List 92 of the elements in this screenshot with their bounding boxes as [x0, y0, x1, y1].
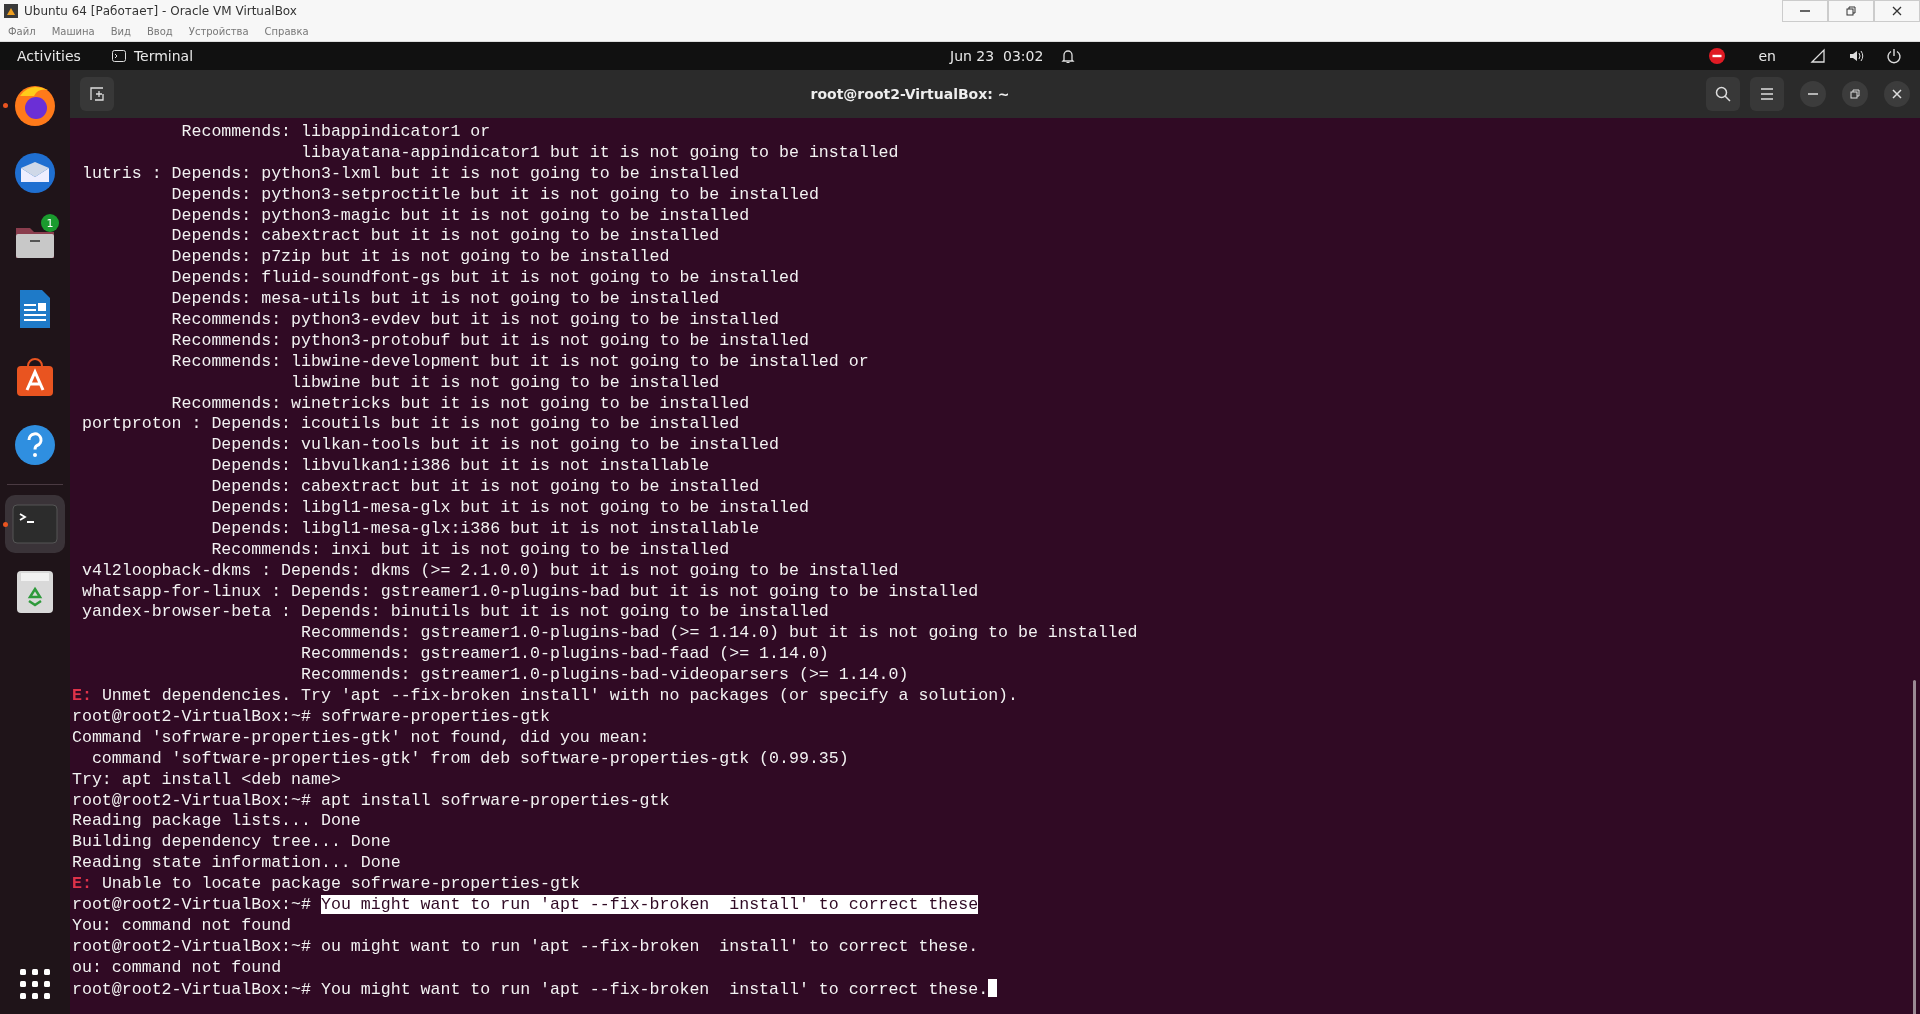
output-line: Command 'sofrware-properties-gtk' not found, did you mean: — [72, 727, 650, 747]
output-line: Depends: cabextract but it is not going to be installed — [170, 226, 720, 246]
minimize-icon — [1800, 10, 1810, 12]
output-line: Recommends: inxi but it is not going to be installed — [210, 539, 730, 559]
output-line: portproton : Depends: icoutils but it is not going to be installed — [80, 414, 740, 434]
menu-item[interactable]: Машина — [51, 26, 95, 37]
output-line: Recommends: gstreamer1.0-plugins-bad (>= 1.14.0) but it is not going to be installed — [300, 623, 1138, 643]
output-line: libwine but it is not going to be installed — [290, 372, 720, 392]
menu-icon — [1760, 88, 1774, 100]
command-text: sofrware-properties-gtk — [320, 706, 550, 726]
do-not-disturb-icon[interactable] — [1708, 48, 1725, 64]
network-icon[interactable] — [1810, 48, 1826, 64]
terminal-icon — [111, 50, 126, 62]
bell-icon[interactable] — [1061, 48, 1076, 64]
output-line: Depends: vulkan-tools but it is not going to be installed — [210, 435, 779, 455]
output-line: Depends: python3-magic but it is not going to be installed — [170, 205, 750, 225]
command-text: ou might want to run 'apt --fix-broken install' to correct these. — [320, 936, 979, 956]
output-line: Recommends: winetricks but it is not going to be installed — [170, 393, 750, 413]
new-tab-icon — [89, 86, 105, 102]
output-line: yandex-browser-beta : Depends: binutils but it is not going to be installed — [80, 602, 829, 622]
power-icon[interactable] — [1886, 48, 1902, 64]
app-menu[interactable]: Terminal — [97, 48, 194, 64]
output-line: Reading state information... Done — [72, 853, 401, 873]
output-line: Depends: p7zip but it is not going to be installed — [170, 247, 670, 267]
output-line: v4l2loopback-dkms : Depends: dkms (>= 2.1.0.0) but it is not going to be installed — [80, 560, 899, 580]
shell-prompt: root@root2-VirtualBox:~# — [72, 979, 311, 999]
host-window-title: Ubuntu 64 [Работает] - Oracle VM VirtualBox — [24, 4, 298, 18]
new-tab-button[interactable] — [80, 77, 114, 111]
output-line: Depends: libgl1-mesa-glx:i386 but it is not installable — [210, 518, 760, 538]
terminal-icon — [12, 504, 58, 544]
output-line: Try: apt install <deb name> — [72, 769, 341, 789]
output-line: command 'software-properties-gtk' from deb software-properties-gtk (0.99.35) — [90, 748, 849, 768]
output-line: Building dependency tree... Done — [72, 832, 391, 852]
terminal-title: root@root2-VirtualBox: ~ — [809, 86, 1011, 102]
app-grid-icon[interactable] — [19, 968, 51, 1000]
output-line: lutris : Depends: python3-lxml but it is not going to be installed — [80, 163, 740, 183]
command-text: You might want to run 'apt --fix-broken install' to correct these — [320, 894, 979, 914]
close-button[interactable] — [1884, 81, 1910, 107]
app-icon — [4, 4, 18, 18]
command-text: apt install sofrware-properties-gtk — [320, 790, 670, 810]
scrollbar[interactable] — [1913, 680, 1916, 1014]
output-line: Reading package lists... Done — [72, 811, 361, 831]
output-line: Depends: fluid-soundfont-gs but it is not going to be installed — [170, 268, 799, 288]
mail-icon — [12, 150, 58, 196]
close-icon — [1892, 6, 1902, 16]
menu-item[interactable]: Справка — [264, 26, 309, 37]
shell-prompt: root@root2-VirtualBox:~# — [72, 894, 311, 914]
output-line: Recommends: gstreamer1.0-plugins-bad-videoparsers (>= 1.14.0) — [300, 665, 909, 685]
output-line: Recommends: gstreamer1.0-plugins-bad-faad (>= 1.14.0) — [300, 644, 829, 664]
output-line: Depends: python3-setproctitle but it is not going to be installed — [170, 184, 819, 204]
minimize-icon — [1808, 93, 1818, 95]
output-line: libayatana-appindicator1 but it is not going to be installed — [300, 142, 899, 162]
search-icon — [1715, 86, 1731, 102]
output-line: Recommends: libwine-development but it is not going to be installed or — [170, 351, 869, 371]
output-line: Depends: mesa-utils but it is not going to be installed — [170, 289, 720, 309]
clock[interactable]: Jun 23 03:02 — [950, 48, 1044, 64]
restore-button[interactable] — [1828, 0, 1874, 22]
maximize-icon — [1850, 89, 1860, 99]
dock-item[interactable]: 1 — [5, 212, 65, 270]
maximize-button[interactable] — [1842, 81, 1868, 107]
output-line: Depends: libgl1-mesa-glx but it is not going to be installed — [210, 498, 809, 518]
close-icon — [1892, 89, 1902, 99]
output-line: Depends: libvulkan1:i386 but it is not installable — [210, 456, 710, 476]
menu-item[interactable]: Файл — [8, 26, 36, 37]
output-line: Recommends: python3-evdev but it is not going to be installed — [170, 310, 779, 329]
output-line: whatsapp-for-linux : Depends: gstreamer1.0-plugins-bad but it is not going to be installed — [80, 581, 979, 601]
trash-icon — [15, 569, 55, 615]
output-line: Recommends: libappindicator1 or — [180, 122, 491, 141]
menu-item[interactable]: Ввод — [147, 26, 173, 37]
help-icon — [12, 422, 58, 468]
shell-prompt: root@root2-VirtualBox:~# — [72, 790, 311, 810]
error-message: Unmet dependencies. Try 'apt --fix-broken install' with no packages (or specify a solution). — [101, 686, 1018, 706]
output-line: Recommends: python3-protobuf but it is not going to be installed — [170, 330, 809, 350]
volume-icon[interactable] — [1848, 48, 1864, 64]
activities-button[interactable]: Activities — [0, 48, 98, 64]
error-label: E: — [72, 874, 92, 894]
shell-prompt: root@root2-VirtualBox:~# — [72, 706, 311, 726]
menu-button[interactable] — [1750, 77, 1784, 111]
restore-icon — [1846, 6, 1856, 16]
output-line: You: command not found — [72, 915, 292, 935]
minimize-button[interactable] — [1800, 81, 1826, 107]
output-line: Depends: cabextract but it is not going to be installed — [210, 477, 760, 497]
menu-item[interactable]: Вид — [110, 26, 131, 37]
shell-prompt: root@root2-VirtualBox:~# — [72, 936, 311, 956]
error-label: E: — [72, 686, 92, 706]
output-line: ou: command not found — [72, 957, 282, 977]
search-button[interactable] — [1706, 77, 1740, 111]
command-text: You might want to run 'apt --fix-broken install' to correct these. — [320, 979, 989, 999]
menu-item[interactable]: Устройства — [188, 26, 249, 37]
notification-badge: 1 — [41, 214, 59, 232]
error-message: Unable to locate package sofrware-properties-gtk — [101, 874, 580, 894]
keyboard-layout[interactable]: en — [1758, 48, 1776, 64]
